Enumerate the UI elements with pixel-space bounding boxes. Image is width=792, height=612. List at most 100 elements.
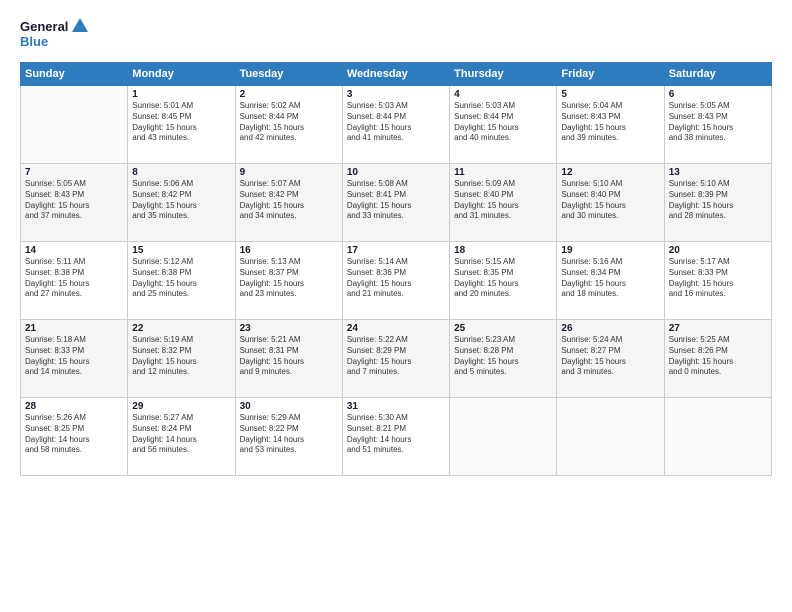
day-number: 29 bbox=[132, 401, 230, 412]
day-number: 26 bbox=[561, 323, 659, 334]
day-number: 30 bbox=[240, 401, 338, 412]
calendar-cell: 3Sunrise: 5:03 AMSunset: 8:44 PMDaylight… bbox=[342, 86, 449, 164]
calendar-cell: 17Sunrise: 5:14 AMSunset: 8:36 PMDayligh… bbox=[342, 242, 449, 320]
cell-info: Sunrise: 5:02 AMSunset: 8:44 PMDaylight:… bbox=[240, 101, 338, 144]
weekday-header-friday: Friday bbox=[557, 63, 664, 86]
calendar-week-1: 7Sunrise: 5:05 AMSunset: 8:43 PMDaylight… bbox=[21, 164, 772, 242]
weekday-header-thursday: Thursday bbox=[450, 63, 557, 86]
calendar-cell: 14Sunrise: 5:11 AMSunset: 8:38 PMDayligh… bbox=[21, 242, 128, 320]
cell-info: Sunrise: 5:30 AMSunset: 8:21 PMDaylight:… bbox=[347, 413, 445, 456]
weekday-header-tuesday: Tuesday bbox=[235, 63, 342, 86]
logo: General Blue bbox=[20, 16, 90, 52]
calendar-cell: 1Sunrise: 5:01 AMSunset: 8:45 PMDaylight… bbox=[128, 86, 235, 164]
cell-info: Sunrise: 5:18 AMSunset: 8:33 PMDaylight:… bbox=[25, 335, 123, 378]
calendar-table: SundayMondayTuesdayWednesdayThursdayFrid… bbox=[20, 62, 772, 476]
cell-info: Sunrise: 5:17 AMSunset: 8:33 PMDaylight:… bbox=[669, 257, 767, 300]
day-number: 2 bbox=[240, 89, 338, 100]
cell-info: Sunrise: 5:01 AMSunset: 8:45 PMDaylight:… bbox=[132, 101, 230, 144]
calendar-cell: 13Sunrise: 5:10 AMSunset: 8:39 PMDayligh… bbox=[664, 164, 771, 242]
cell-info: Sunrise: 5:16 AMSunset: 8:34 PMDaylight:… bbox=[561, 257, 659, 300]
day-number: 13 bbox=[669, 167, 767, 178]
day-number: 18 bbox=[454, 245, 552, 256]
cell-info: Sunrise: 5:26 AMSunset: 8:25 PMDaylight:… bbox=[25, 413, 123, 456]
calendar-cell: 19Sunrise: 5:16 AMSunset: 8:34 PMDayligh… bbox=[557, 242, 664, 320]
cell-info: Sunrise: 5:05 AMSunset: 8:43 PMDaylight:… bbox=[25, 179, 123, 222]
cell-info: Sunrise: 5:22 AMSunset: 8:29 PMDaylight:… bbox=[347, 335, 445, 378]
cell-info: Sunrise: 5:07 AMSunset: 8:42 PMDaylight:… bbox=[240, 179, 338, 222]
calendar-week-4: 28Sunrise: 5:26 AMSunset: 8:25 PMDayligh… bbox=[21, 398, 772, 476]
cell-info: Sunrise: 5:29 AMSunset: 8:22 PMDaylight:… bbox=[240, 413, 338, 456]
day-number: 15 bbox=[132, 245, 230, 256]
weekday-header-sunday: Sunday bbox=[21, 63, 128, 86]
calendar-cell: 21Sunrise: 5:18 AMSunset: 8:33 PMDayligh… bbox=[21, 320, 128, 398]
calendar-cell: 22Sunrise: 5:19 AMSunset: 8:32 PMDayligh… bbox=[128, 320, 235, 398]
cell-info: Sunrise: 5:24 AMSunset: 8:27 PMDaylight:… bbox=[561, 335, 659, 378]
day-number: 22 bbox=[132, 323, 230, 334]
calendar-cell: 28Sunrise: 5:26 AMSunset: 8:25 PMDayligh… bbox=[21, 398, 128, 476]
day-number: 3 bbox=[347, 89, 445, 100]
calendar-cell: 16Sunrise: 5:13 AMSunset: 8:37 PMDayligh… bbox=[235, 242, 342, 320]
cell-info: Sunrise: 5:14 AMSunset: 8:36 PMDaylight:… bbox=[347, 257, 445, 300]
calendar-cell bbox=[664, 398, 771, 476]
weekday-header-wednesday: Wednesday bbox=[342, 63, 449, 86]
day-number: 1 bbox=[132, 89, 230, 100]
calendar-week-3: 21Sunrise: 5:18 AMSunset: 8:33 PMDayligh… bbox=[21, 320, 772, 398]
day-number: 6 bbox=[669, 89, 767, 100]
day-number: 14 bbox=[25, 245, 123, 256]
day-number: 10 bbox=[347, 167, 445, 178]
day-number: 27 bbox=[669, 323, 767, 334]
day-number: 8 bbox=[132, 167, 230, 178]
cell-info: Sunrise: 5:08 AMSunset: 8:41 PMDaylight:… bbox=[347, 179, 445, 222]
day-number: 16 bbox=[240, 245, 338, 256]
calendar-cell bbox=[450, 398, 557, 476]
calendar-cell: 29Sunrise: 5:27 AMSunset: 8:24 PMDayligh… bbox=[128, 398, 235, 476]
calendar-cell: 7Sunrise: 5:05 AMSunset: 8:43 PMDaylight… bbox=[21, 164, 128, 242]
calendar-cell: 25Sunrise: 5:23 AMSunset: 8:28 PMDayligh… bbox=[450, 320, 557, 398]
cell-info: Sunrise: 5:10 AMSunset: 8:40 PMDaylight:… bbox=[561, 179, 659, 222]
calendar-cell: 31Sunrise: 5:30 AMSunset: 8:21 PMDayligh… bbox=[342, 398, 449, 476]
day-number: 24 bbox=[347, 323, 445, 334]
calendar-cell: 20Sunrise: 5:17 AMSunset: 8:33 PMDayligh… bbox=[664, 242, 771, 320]
day-number: 7 bbox=[25, 167, 123, 178]
calendar-cell: 24Sunrise: 5:22 AMSunset: 8:29 PMDayligh… bbox=[342, 320, 449, 398]
svg-text:Blue: Blue bbox=[20, 34, 48, 49]
svg-text:General: General bbox=[20, 19, 68, 34]
calendar-cell bbox=[557, 398, 664, 476]
cell-info: Sunrise: 5:06 AMSunset: 8:42 PMDaylight:… bbox=[132, 179, 230, 222]
day-number: 20 bbox=[669, 245, 767, 256]
cell-info: Sunrise: 5:27 AMSunset: 8:24 PMDaylight:… bbox=[132, 413, 230, 456]
calendar-cell: 27Sunrise: 5:25 AMSunset: 8:26 PMDayligh… bbox=[664, 320, 771, 398]
day-number: 5 bbox=[561, 89, 659, 100]
calendar-cell: 10Sunrise: 5:08 AMSunset: 8:41 PMDayligh… bbox=[342, 164, 449, 242]
day-number: 28 bbox=[25, 401, 123, 412]
cell-info: Sunrise: 5:19 AMSunset: 8:32 PMDaylight:… bbox=[132, 335, 230, 378]
calendar-cell: 2Sunrise: 5:02 AMSunset: 8:44 PMDaylight… bbox=[235, 86, 342, 164]
cell-info: Sunrise: 5:09 AMSunset: 8:40 PMDaylight:… bbox=[454, 179, 552, 222]
calendar-cell: 5Sunrise: 5:04 AMSunset: 8:43 PMDaylight… bbox=[557, 86, 664, 164]
page: General Blue SundayMondayTuesdayWednesda… bbox=[0, 0, 792, 612]
weekday-header-saturday: Saturday bbox=[664, 63, 771, 86]
calendar-cell: 18Sunrise: 5:15 AMSunset: 8:35 PMDayligh… bbox=[450, 242, 557, 320]
calendar-cell: 30Sunrise: 5:29 AMSunset: 8:22 PMDayligh… bbox=[235, 398, 342, 476]
day-number: 31 bbox=[347, 401, 445, 412]
cell-info: Sunrise: 5:12 AMSunset: 8:38 PMDaylight:… bbox=[132, 257, 230, 300]
calendar-week-2: 14Sunrise: 5:11 AMSunset: 8:38 PMDayligh… bbox=[21, 242, 772, 320]
cell-info: Sunrise: 5:03 AMSunset: 8:44 PMDaylight:… bbox=[347, 101, 445, 144]
day-number: 25 bbox=[454, 323, 552, 334]
day-number: 11 bbox=[454, 167, 552, 178]
cell-info: Sunrise: 5:25 AMSunset: 8:26 PMDaylight:… bbox=[669, 335, 767, 378]
cell-info: Sunrise: 5:05 AMSunset: 8:43 PMDaylight:… bbox=[669, 101, 767, 144]
logo-svg: General Blue bbox=[20, 16, 90, 52]
cell-info: Sunrise: 5:11 AMSunset: 8:38 PMDaylight:… bbox=[25, 257, 123, 300]
cell-info: Sunrise: 5:15 AMSunset: 8:35 PMDaylight:… bbox=[454, 257, 552, 300]
calendar-cell: 4Sunrise: 5:03 AMSunset: 8:44 PMDaylight… bbox=[450, 86, 557, 164]
calendar-cell: 15Sunrise: 5:12 AMSunset: 8:38 PMDayligh… bbox=[128, 242, 235, 320]
cell-info: Sunrise: 5:10 AMSunset: 8:39 PMDaylight:… bbox=[669, 179, 767, 222]
cell-info: Sunrise: 5:23 AMSunset: 8:28 PMDaylight:… bbox=[454, 335, 552, 378]
calendar-cell: 26Sunrise: 5:24 AMSunset: 8:27 PMDayligh… bbox=[557, 320, 664, 398]
day-number: 21 bbox=[25, 323, 123, 334]
calendar-cell: 23Sunrise: 5:21 AMSunset: 8:31 PMDayligh… bbox=[235, 320, 342, 398]
weekday-header-row: SundayMondayTuesdayWednesdayThursdayFrid… bbox=[21, 63, 772, 86]
day-number: 23 bbox=[240, 323, 338, 334]
cell-info: Sunrise: 5:04 AMSunset: 8:43 PMDaylight:… bbox=[561, 101, 659, 144]
